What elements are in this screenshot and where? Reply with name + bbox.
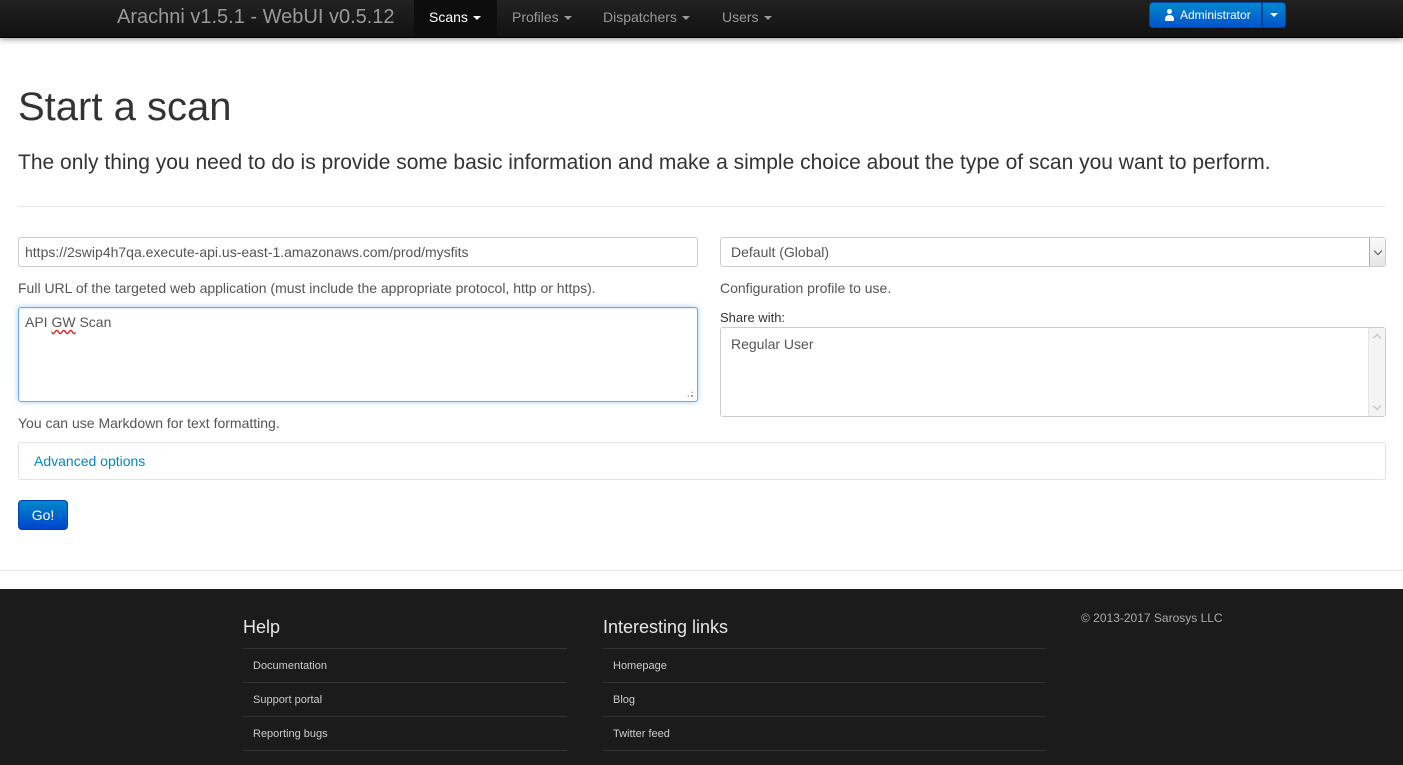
footer-link-documentation[interactable]: Documentation — [243, 648, 567, 682]
page-lead: The only thing you need to do is provide… — [18, 151, 1271, 174]
user-menu-toggle[interactable] — [1261, 2, 1286, 28]
divider — [18, 206, 1385, 207]
caret-down-icon — [472, 16, 481, 21]
nav-profiles-label: Profiles — [512, 9, 559, 25]
top-navbar: Arachni v1.5.1 - WebUI v0.5.12 Scans Pro… — [0, 0, 1403, 38]
footer: Help Documentation Support portal Report… — [0, 589, 1403, 765]
scroll-up-icon[interactable] — [1372, 333, 1382, 343]
go-button[interactable]: Go! — [18, 500, 68, 530]
footer-link-twitter-feed[interactable]: Twitter feed — [603, 716, 1046, 751]
nav-dispatchers[interactable]: Dispatchers — [588, 0, 705, 37]
description-text-part: API — [25, 314, 52, 330]
caret-down-icon — [1269, 13, 1278, 17]
nav-users[interactable]: Users — [707, 0, 787, 37]
profile-select[interactable]: Default (Global) — [720, 237, 1386, 267]
select-arrow-icon[interactable] — [1369, 238, 1385, 266]
administrator-button[interactable]: Administrator — [1149, 2, 1262, 28]
nav-scans[interactable]: Scans — [414, 0, 497, 37]
nav-users-label: Users — [722, 9, 759, 25]
footer-interesting-links: Homepage Blog Twitter feed — [603, 648, 1046, 751]
profile-selected-value: Default (Global) — [731, 244, 830, 260]
footer-links-heading: Interesting links — [603, 617, 729, 637]
url-input[interactable] — [18, 237, 698, 267]
footer-link-reporting-bugs[interactable]: Reporting bugs — [243, 716, 567, 751]
advanced-options-link[interactable]: Advanced options — [34, 453, 145, 469]
markdown-help-text: You can use Markdown for text formatting… — [18, 415, 280, 431]
footer-link-support-portal[interactable]: Support portal — [243, 682, 567, 716]
user-icon — [1164, 9, 1175, 21]
nav-scans-label: Scans — [429, 9, 468, 25]
description-text-part: Scan — [75, 314, 112, 330]
caret-down-icon — [763, 16, 772, 21]
profile-help-text: Configuration profile to use. — [720, 280, 892, 296]
nav-profiles[interactable]: Profiles — [497, 0, 587, 37]
caret-down-icon — [681, 16, 690, 21]
share-option[interactable]: Regular User — [731, 336, 1375, 352]
footer-help-heading: Help — [243, 617, 281, 637]
share-with-list[interactable]: Regular User — [720, 327, 1386, 417]
content-bottom-border — [0, 570, 1403, 571]
share-list-scrollbar[interactable] — [1368, 328, 1385, 416]
caret-down-icon — [563, 16, 572, 21]
nav-dispatchers-label: Dispatchers — [603, 9, 677, 25]
footer-link-homepage[interactable]: Homepage — [603, 648, 1046, 682]
user-menu: Administrator — [1149, 2, 1286, 28]
footer-link-blog[interactable]: Blog — [603, 682, 1046, 716]
administrator-label: Administrator — [1180, 8, 1251, 22]
advanced-options-panel: Advanced options — [18, 442, 1386, 480]
description-textarea[interactable]: API GW Scan — [18, 307, 698, 402]
footer-help-links: Documentation Support portal Reporting b… — [243, 648, 567, 751]
page-title: Start a scan — [18, 85, 232, 129]
url-help-text: Full URL of the targeted web application… — [18, 280, 596, 296]
resize-handle-icon[interactable] — [686, 390, 694, 398]
share-with-label: Share with: — [720, 310, 786, 325]
copyright-text: © 2013-2017 Sarosys LLC — [1081, 611, 1223, 625]
app-brand[interactable]: Arachni v1.5.1 - WebUI v0.5.12 — [117, 6, 395, 29]
scroll-down-icon[interactable] — [1372, 401, 1382, 411]
description-misspelled-word: GW — [51, 314, 76, 330]
